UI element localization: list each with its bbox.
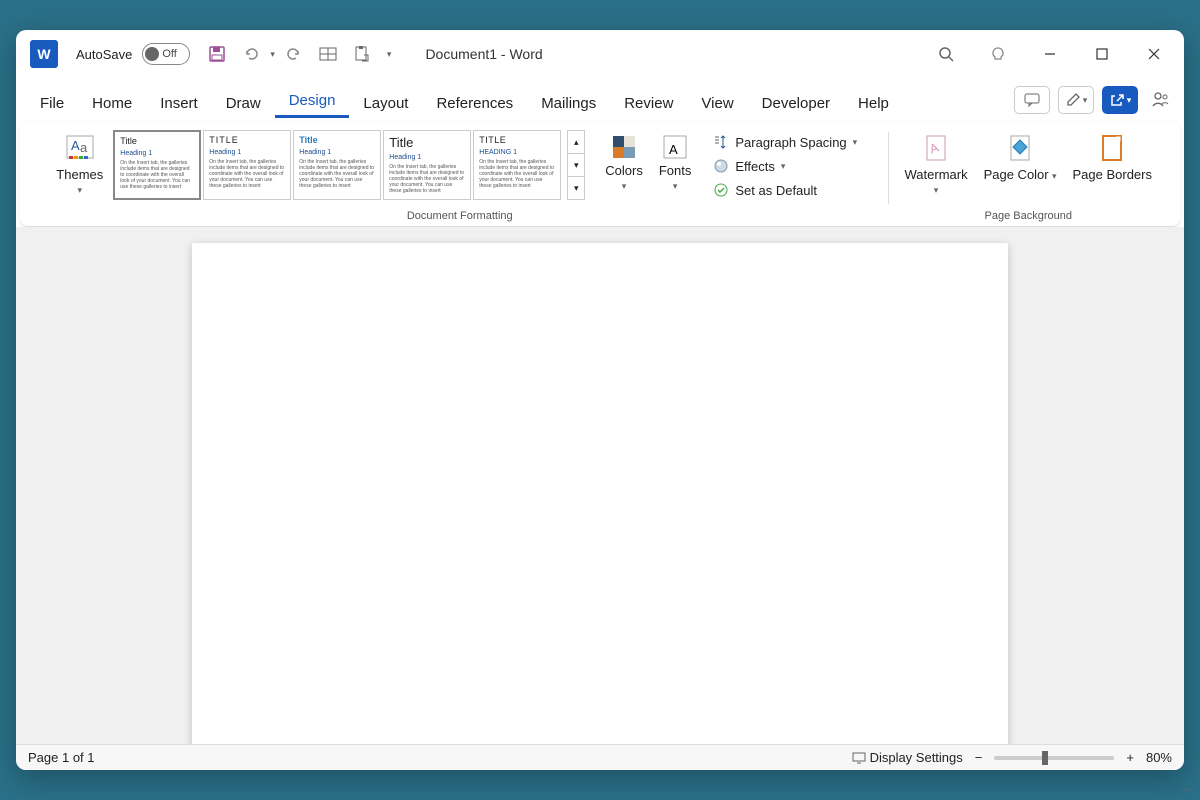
style-thumb[interactable]: TITLEHeading 1On the Insert tab, the gal… xyxy=(203,130,291,200)
editing-mode-button[interactable]: ▾ xyxy=(1058,86,1094,114)
tab-view[interactable]: View xyxy=(687,87,747,118)
save-button[interactable] xyxy=(202,39,232,69)
page-color-label: Page Color xyxy=(984,167,1049,182)
table-quick-button[interactable] xyxy=(313,39,343,69)
group-label-background: Page Background xyxy=(985,210,1072,222)
status-bar: Page 1 of 1 Display Settings − + 80% xyxy=(16,744,1184,770)
search-button[interactable] xyxy=(922,34,970,74)
maximize-button[interactable] xyxy=(1078,34,1126,74)
undo-button[interactable] xyxy=(236,39,266,69)
effects-icon xyxy=(713,158,729,174)
watermark-button[interactable]: A Watermark▾ xyxy=(899,130,974,199)
style-thumb[interactable]: TitleHeading 1On the Insert tab, the gal… xyxy=(113,130,201,200)
tab-design[interactable]: Design xyxy=(275,84,350,118)
ribbon-tabs: File Home Insert Draw Design Layout Refe… xyxy=(16,78,1184,118)
effects-button[interactable]: Effects ▾ xyxy=(709,156,861,176)
set-default-button[interactable]: Set as Default xyxy=(709,180,861,200)
autosave-toggle[interactable]: Off xyxy=(142,43,190,65)
colors-button[interactable]: Colors▾ xyxy=(599,130,649,195)
page-color-icon xyxy=(1005,132,1035,166)
formatting-options: Paragraph Spacing ▾ Effects ▾ Set as Def… xyxy=(701,130,869,202)
tab-help[interactable]: Help xyxy=(844,87,903,118)
document-title: Document1 - Word xyxy=(425,46,542,62)
quick-access-toolbar: ▾ ▾ xyxy=(202,39,397,69)
toggle-knob-icon xyxy=(145,47,159,61)
page-indicator[interactable]: Page 1 of 1 xyxy=(28,750,95,765)
zoom-thumb[interactable] xyxy=(1042,751,1048,765)
gallery-more-button[interactable]: ▾ xyxy=(568,177,584,199)
zoom-in-button[interactable]: + xyxy=(1126,750,1134,765)
paste-quick-button[interactable] xyxy=(347,39,377,69)
group-page-background: A Watermark▾ Page Color ▾ Page Borders P… xyxy=(889,126,1169,224)
account-button[interactable] xyxy=(1146,90,1174,110)
tips-button[interactable] xyxy=(974,34,1022,74)
themes-label: Themes xyxy=(56,167,103,182)
zoom-level[interactable]: 80% xyxy=(1146,750,1172,765)
comments-button[interactable] xyxy=(1014,86,1050,114)
tab-layout[interactable]: Layout xyxy=(349,87,422,118)
undo-dropdown-icon[interactable]: ▾ xyxy=(270,49,275,60)
svg-text:a: a xyxy=(80,140,88,155)
paragraph-spacing-icon xyxy=(713,134,729,150)
zoom-out-button[interactable]: − xyxy=(975,750,983,765)
page-borders-label: Page Borders xyxy=(1073,167,1153,182)
autosave-label: AutoSave xyxy=(76,47,132,62)
title-bar: W AutoSave Off ▾ ▾ Document1 - Word xyxy=(16,30,1184,78)
display-settings-button[interactable]: Display Settings xyxy=(852,750,963,765)
themes-button[interactable]: Aa Themes▾ xyxy=(50,130,109,199)
page[interactable] xyxy=(192,243,1008,744)
tab-insert[interactable]: Insert xyxy=(146,87,212,118)
watermark-label: Watermark xyxy=(905,167,968,182)
tab-references[interactable]: References xyxy=(422,87,527,118)
colors-icon xyxy=(609,132,639,162)
minimize-button[interactable] xyxy=(1026,34,1074,74)
group-label-formatting: Document Formatting xyxy=(407,210,513,222)
themes-icon: Aa xyxy=(63,132,97,166)
autosave-state: Off xyxy=(162,48,176,60)
style-thumb[interactable]: TitleHeading 1On the Insert tab, the gal… xyxy=(383,130,471,200)
paragraph-spacing-button[interactable]: Paragraph Spacing ▾ xyxy=(709,132,861,152)
gallery-up-button[interactable]: ▴ xyxy=(568,131,584,154)
qat-customize-icon[interactable]: ▾ xyxy=(387,49,392,60)
word-app-icon: W xyxy=(30,40,58,68)
tab-draw[interactable]: Draw xyxy=(212,87,275,118)
tab-home[interactable]: Home xyxy=(78,87,146,118)
page-color-button[interactable]: Page Color ▾ xyxy=(978,130,1063,185)
display-icon xyxy=(852,752,866,764)
watermark-icon: A xyxy=(921,132,951,166)
svg-text:A: A xyxy=(669,142,678,157)
group-document-formatting: Aa Themes▾ TitleHeading 1On the Insert t… xyxy=(32,126,888,224)
fonts-label: Fonts xyxy=(659,163,692,178)
check-circle-icon xyxy=(713,182,729,198)
share-button[interactable]: ▾ xyxy=(1102,86,1138,114)
page-borders-button[interactable]: Page Borders xyxy=(1067,130,1159,185)
fonts-button[interactable]: A Fonts▾ xyxy=(653,130,698,195)
gallery-scroll: ▴ ▾ ▾ xyxy=(567,130,585,200)
tab-file[interactable]: File xyxy=(26,87,78,118)
redo-button[interactable] xyxy=(279,39,309,69)
tab-developer[interactable]: Developer xyxy=(748,87,844,118)
svg-text:A: A xyxy=(71,138,80,153)
colors-label: Colors xyxy=(605,163,643,178)
tab-mailings[interactable]: Mailings xyxy=(527,87,610,118)
style-thumb[interactable]: TITLEHEADING 1On the Insert tab, the gal… xyxy=(473,130,561,200)
tab-review[interactable]: Review xyxy=(610,87,687,118)
fonts-icon: A xyxy=(660,132,690,162)
zoom-slider[interactable] xyxy=(994,756,1114,760)
ribbon: Aa Themes▾ TitleHeading 1On the Insert t… xyxy=(20,122,1180,227)
style-thumb[interactable]: TitleHeading 1On the Insert tab, the gal… xyxy=(293,130,381,200)
app-window: W AutoSave Off ▾ ▾ Document1 - Word File… xyxy=(16,30,1184,770)
gallery-down-button[interactable]: ▾ xyxy=(568,154,584,177)
close-button[interactable] xyxy=(1130,34,1178,74)
document-canvas[interactable] xyxy=(16,227,1184,744)
page-borders-icon xyxy=(1097,132,1127,166)
style-gallery: TitleHeading 1On the Insert tab, the gal… xyxy=(113,130,561,200)
